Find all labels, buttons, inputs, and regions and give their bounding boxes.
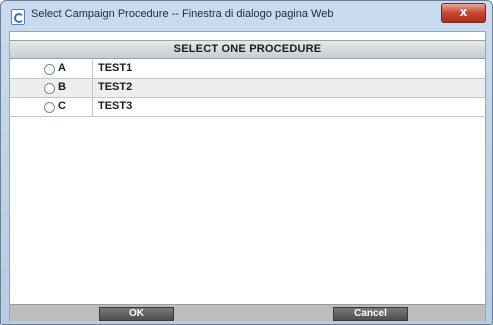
procedure-row-a[interactable]: A TEST1 bbox=[10, 60, 485, 79]
dialog-window: Select Campaign Procedure -- Finestra di… bbox=[0, 0, 493, 325]
cancel-button[interactable]: Cancel bbox=[333, 307, 408, 321]
procedure-letter: B bbox=[58, 81, 66, 93]
close-button[interactable]: x bbox=[441, 3, 486, 23]
procedure-name: TEST1 bbox=[98, 62, 133, 74]
window-title: Select Campaign Procedure -- Finestra di… bbox=[31, 8, 334, 20]
procedure-letter: C bbox=[58, 100, 66, 112]
procedure-row-c[interactable]: C TEST3 bbox=[10, 98, 485, 117]
procedure-list: A TEST1 B TEST2 C TEST3 bbox=[10, 60, 485, 117]
radio-button-c[interactable] bbox=[44, 102, 55, 113]
procedure-header: SELECT ONE PROCEDURE bbox=[10, 40, 485, 59]
radio-button-a[interactable] bbox=[44, 64, 55, 75]
procedure-name: TEST3 bbox=[98, 100, 133, 112]
title-bar[interactable]: Select Campaign Procedure -- Finestra di… bbox=[1, 1, 492, 31]
button-bar: OK Cancel bbox=[10, 304, 485, 321]
radio-button-b[interactable] bbox=[44, 83, 55, 94]
procedure-row-b[interactable]: B TEST2 bbox=[10, 79, 485, 98]
dialog-content: SELECT ONE PROCEDURE A TEST1 B TEST2 C T… bbox=[9, 31, 486, 321]
ok-button[interactable]: OK bbox=[99, 307, 174, 321]
radio-cell: B bbox=[10, 79, 93, 97]
procedure-name: TEST2 bbox=[98, 81, 133, 93]
procedure-letter: A bbox=[58, 62, 66, 74]
ie-page-icon bbox=[11, 9, 25, 25]
radio-cell: C bbox=[10, 98, 93, 116]
radio-cell: A bbox=[10, 60, 93, 78]
